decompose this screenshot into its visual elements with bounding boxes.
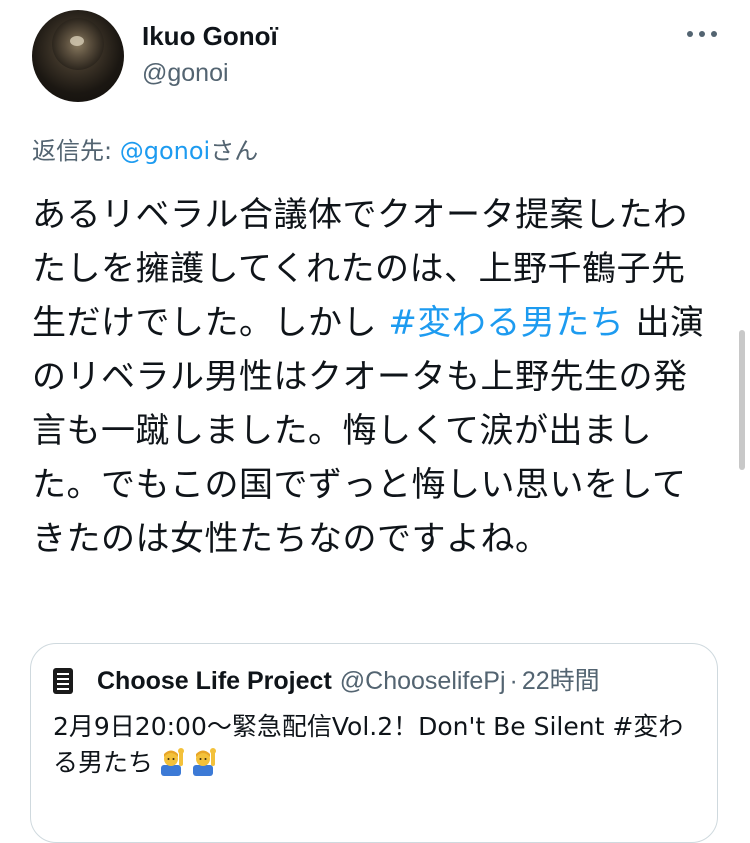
man-raising-hand-emoji-icon [193,748,217,776]
quoted-text: 2月9日20:00〜緊急配信Vol.2！Don't Be Silent #変わる… [53,712,684,777]
tweet: Ikuo Gonoï @gonoi 返信先: @gonoiさん あるリベラル合議… [0,0,750,843]
quoted-tweet-text: 2月9日20:00〜緊急配信Vol.2！Don't Be Silent #変わる… [53,709,703,781]
author-avatar[interactable] [32,10,124,102]
author-display-name[interactable]: Ikuo Gonoï [142,20,278,52]
quoted-tweet[interactable]: Choose Life Project @ChooselifePj · 22時間 2月… [30,643,718,843]
replying-to-prefix: 返信先: [32,137,120,165]
hashtag-link[interactable]: #変わる男たち [388,303,624,343]
tweet-text: あるリベラル合議体でクオータ提案したわたしを擁護してくれたのは、上野千鶴子先生だ… [32,188,712,566]
quoted-tweet-header: Choose Life Project @ChooselifePj · 22時間 [97,665,600,697]
replying-to: 返信先: @gonoiさん [32,134,258,168]
quoted-separator: · [509,667,518,695]
scrollbar[interactable] [739,330,745,470]
quoted-timestamp[interactable]: 22時間 [522,667,600,695]
quoted-author-avatar[interactable] [53,668,73,694]
replying-to-handle[interactable]: @gonoi [120,137,210,165]
man-raising-hand-emoji-icon [161,748,185,776]
quoted-author-name[interactable]: Choose Life Project [97,667,332,695]
more-dots-icon [687,31,717,37]
more-options-button[interactable] [680,22,724,46]
author-handle[interactable]: @gonoi [142,58,229,88]
avatar-photo-highlight [70,36,84,46]
quoted-author-handle[interactable]: @ChooselifePj [340,667,506,695]
replying-to-suffix: さん [210,137,259,165]
